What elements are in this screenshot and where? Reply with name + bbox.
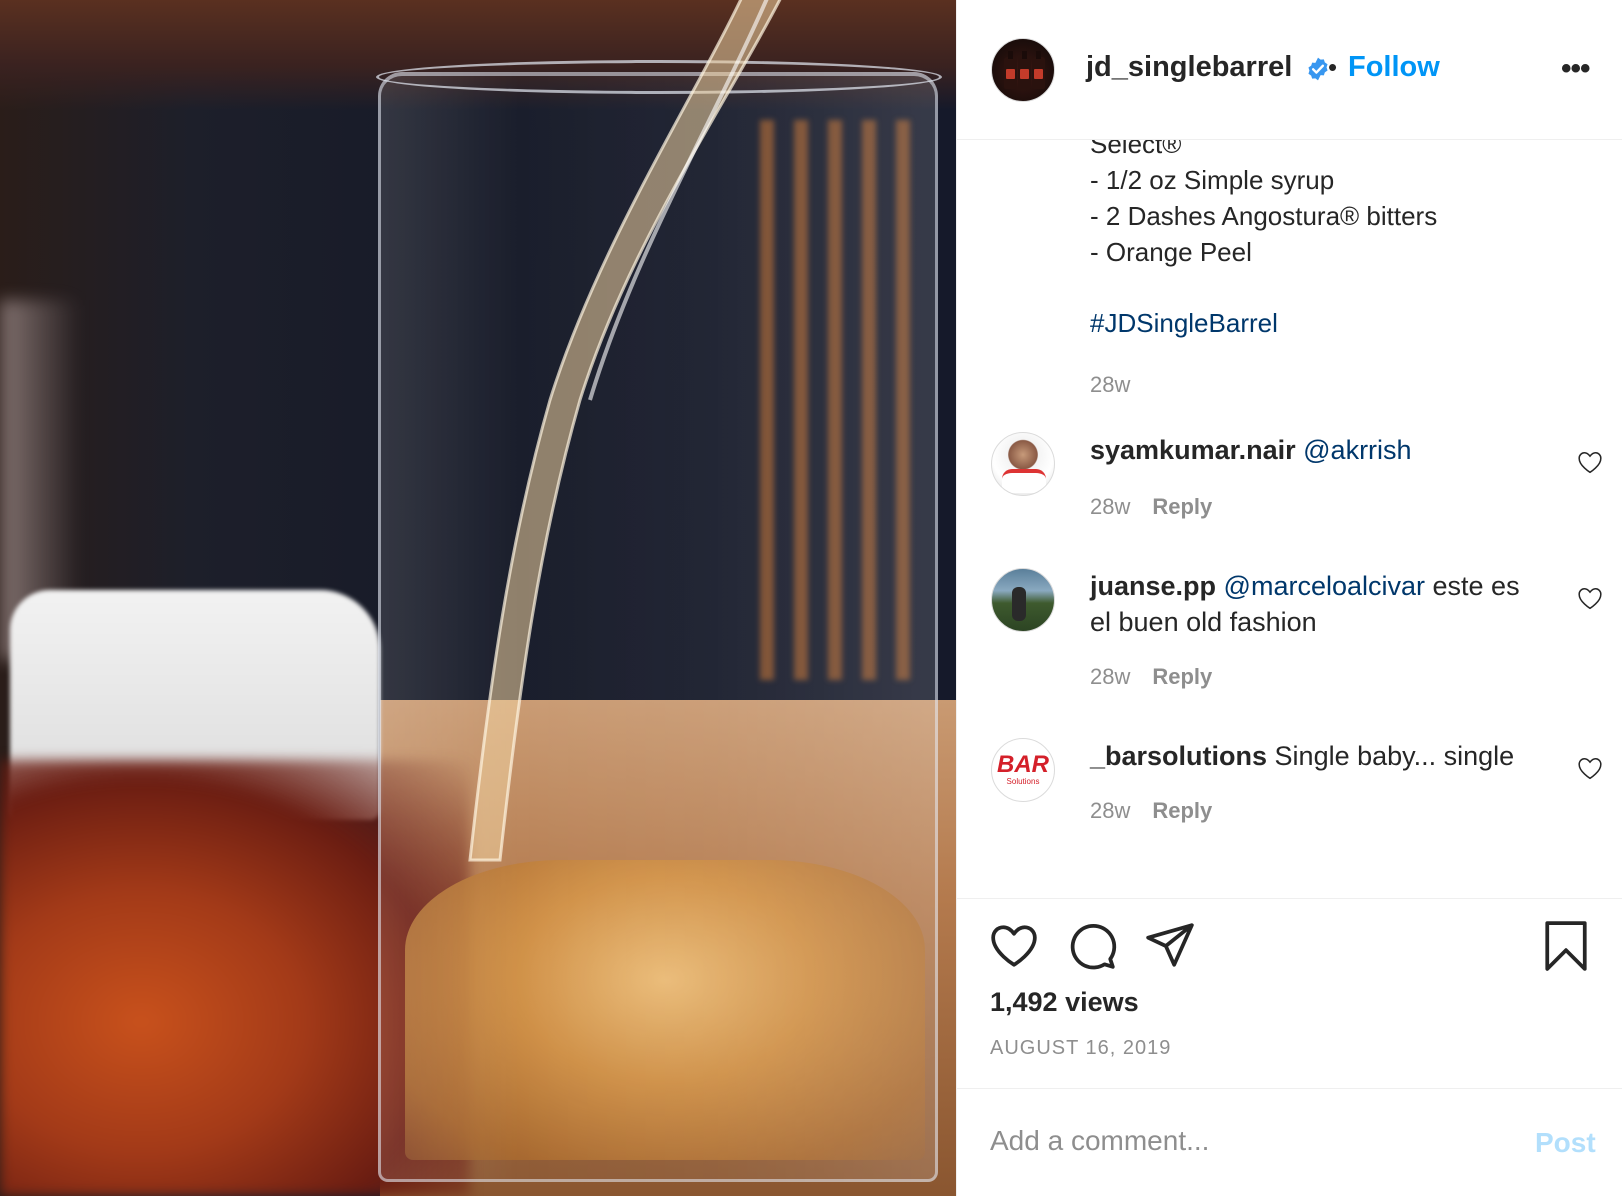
view-count[interactable]: 1,492 views — [990, 987, 1139, 1018]
comment-text: _barsolutions Single baby... single — [1090, 738, 1520, 774]
share-icon[interactable] — [1145, 921, 1195, 971]
bottle-icon — [1018, 51, 1031, 89]
comment-icon[interactable] — [1067, 921, 1117, 971]
commenter-avatar[interactable] — [991, 432, 1055, 496]
comment-mention[interactable]: @akrrish — [1303, 435, 1411, 465]
comment-meta: 28w Reply — [1090, 664, 1212, 690]
bottle-icon — [1004, 51, 1017, 89]
comment-username[interactable]: _barsolutions — [1090, 741, 1267, 771]
comment-mention[interactable]: @marceloalcivar — [1224, 571, 1425, 601]
heart-icon[interactable] — [989, 921, 1039, 971]
comment-body: Single baby... single — [1274, 741, 1515, 771]
author-username[interactable]: jd_singlebarrel — [1086, 51, 1292, 84]
caption-hashtag-link[interactable]: #JDSingleBarrel — [1090, 308, 1278, 339]
post-date[interactable]: AUGUST 16, 2019 — [990, 1037, 1171, 1060]
bottle-icon — [1032, 51, 1045, 89]
comment-username[interactable]: juanse.pp — [1090, 571, 1216, 601]
comment-text: syamkumar.nair @akrrish — [1090, 432, 1520, 468]
author-avatar[interactable] — [991, 38, 1055, 102]
avatar-logo-subtext: Solutions — [1006, 777, 1040, 786]
post-header: jd_singlebarrel • Follow ••• — [957, 0, 1622, 140]
caption-line: Select® — [1090, 140, 1182, 159]
follow-button[interactable]: Follow — [1348, 51, 1440, 84]
commenter-avatar[interactable]: BAR Solutions — [991, 738, 1055, 802]
header-separator-dot: • — [1328, 52, 1338, 82]
post-side-panel: jd_singlebarrel • Follow ••• Select® - 1… — [956, 0, 1622, 1196]
caption-line: - 1/2 oz Simple syrup — [1090, 165, 1335, 195]
video-pour-stream — [468, 0, 782, 862]
comment-timestamp: 28w — [1090, 798, 1131, 823]
comment-like-heart-icon[interactable] — [1577, 450, 1603, 474]
more-options-icon[interactable]: ••• — [1561, 52, 1590, 86]
comment-like-heart-icon[interactable] — [1577, 756, 1603, 780]
comment-meta: 28w Reply — [1090, 798, 1212, 824]
caption-line: - Orange Peel — [1090, 237, 1252, 267]
reply-button[interactable]: Reply — [1152, 494, 1212, 519]
comment-like-heart-icon[interactable] — [1577, 586, 1603, 610]
comment-timestamp: 28w — [1090, 494, 1131, 519]
caption-timestamp: 28w — [1090, 372, 1131, 397]
avatar-logo-text: BAR — [997, 751, 1049, 778]
bookmark-icon[interactable] — [1541, 921, 1591, 971]
comment-timestamp: 28w — [1090, 664, 1131, 689]
add-comment-bar: Post — [957, 1088, 1622, 1196]
caption-text: Select® - 1/2 oz Simple syrup - 2 Dashes… — [1090, 140, 1590, 270]
comment-meta: 28w Reply — [1090, 494, 1212, 520]
comment-username[interactable]: syamkumar.nair — [1090, 435, 1296, 465]
reply-button[interactable]: Reply — [1152, 798, 1212, 823]
avatar-person — [1012, 587, 1026, 621]
caption-line: - 2 Dashes Angostura® bitters — [1090, 201, 1438, 231]
comment-input[interactable] — [990, 1113, 1510, 1169]
comments-list[interactable]: Select® - 1/2 oz Simple syrup - 2 Dashes… — [957, 140, 1622, 898]
avatar-shirt — [1002, 469, 1046, 493]
post-video[interactable] — [0, 0, 956, 1196]
post-actions: 1,492 views AUGUST 16, 2019 — [957, 898, 1622, 1088]
commenter-avatar[interactable] — [991, 568, 1055, 632]
post-comment-button[interactable]: Post — [1535, 1127, 1596, 1159]
comment-text: juanse.pp @marceloalcivar este es el bue… — [1090, 568, 1520, 640]
reply-button[interactable]: Reply — [1152, 664, 1212, 689]
